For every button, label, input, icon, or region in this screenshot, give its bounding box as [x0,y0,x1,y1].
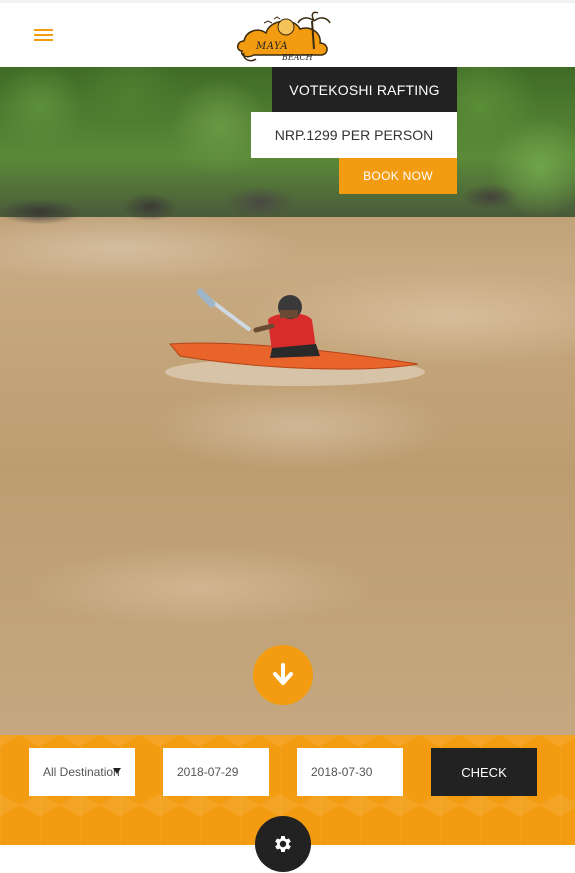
checkout-date-value: 2018-07-30 [311,765,373,779]
site-header: MAYA BEACH [0,0,575,67]
logo-text: MAYA [256,41,289,52]
scroll-down-button[interactable] [253,645,313,705]
logo-subtext: BEACH [282,53,313,62]
tour-title: VOTEKOSHI RAFTING [272,67,457,112]
checkin-date-field[interactable]: 2018-07-29 [163,748,269,796]
check-availability-button[interactable]: CHECK [431,748,537,796]
menu-icon[interactable] [34,27,54,43]
hero-banner [0,67,575,735]
checkout-date-field[interactable]: 2018-07-30 [297,748,403,796]
destination-select[interactable]: All Destination [29,748,135,796]
riverbank-rocks [0,177,575,227]
destination-select-value: All Destination [43,765,120,779]
checkin-date-value: 2018-07-29 [177,765,239,779]
arrow-down-icon [273,663,293,685]
tour-price: NRP.1299 PER PERSON [251,112,457,158]
kayaker-image [165,288,425,386]
settings-button[interactable] [255,816,311,872]
book-now-button[interactable]: BOOK NOW [339,158,457,194]
gear-icon [275,836,291,852]
caret-down-icon [113,768,121,774]
